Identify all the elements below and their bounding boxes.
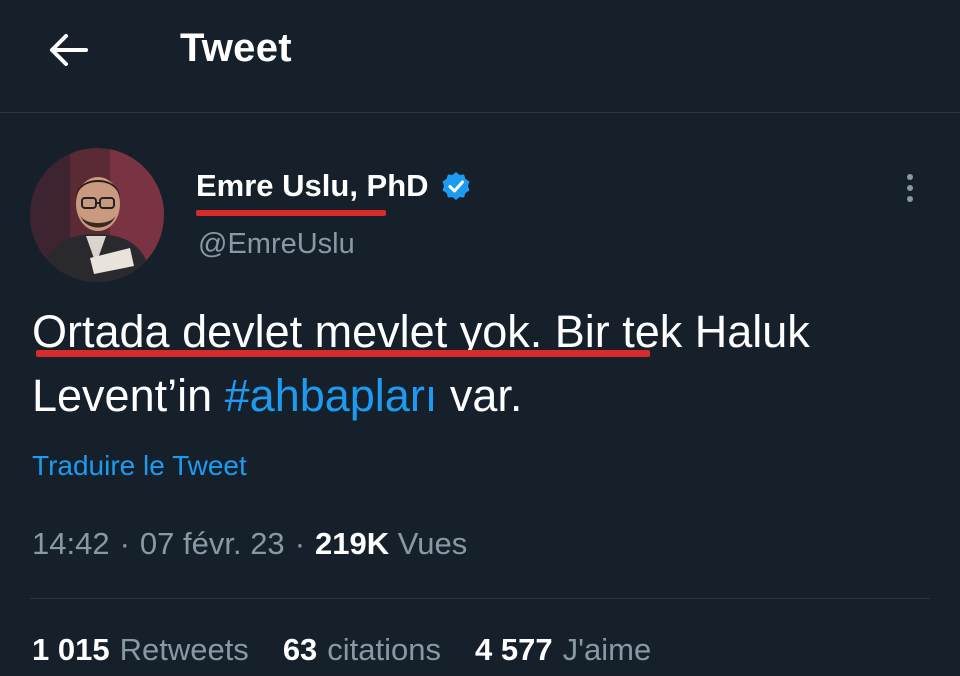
back-button[interactable] [42, 24, 94, 76]
avatar[interactable] [30, 148, 164, 282]
tweet-time[interactable]: 14:42 [32, 526, 110, 561]
meta-separator: · [119, 526, 130, 561]
hashtag-link[interactable]: #ahbapları [225, 370, 438, 421]
more-options-button[interactable] [896, 168, 924, 208]
likes-label: J'aime [562, 632, 652, 667]
tweet-text: Ortada devlet mevlet yok. Bir tek Haluk … [32, 300, 912, 428]
quotes-label: citations [327, 632, 442, 667]
views-label: Vues [397, 526, 468, 561]
name-highlight-underline [196, 210, 386, 216]
divider [30, 598, 930, 599]
more-vertical-icon [907, 174, 913, 180]
top-bar: Tweet [0, 0, 960, 113]
translate-tweet-link[interactable]: Traduire le Tweet [32, 450, 247, 482]
retweets-stat[interactable]: 1 015 Retweets [32, 632, 249, 668]
avatar-photo [30, 148, 164, 282]
tweet-meta: 14:42 · 07 févr. 23 · 219K Vues [32, 526, 467, 562]
likes-stat[interactable]: 4 577 J'aime [475, 632, 651, 668]
arrow-left-icon [50, 34, 88, 66]
quotes-stat[interactable]: 63 citations [283, 632, 441, 668]
quotes-count: 63 [282, 632, 318, 667]
retweets-count: 1 015 [32, 632, 110, 667]
views-count: 219K [315, 526, 390, 561]
author-handle[interactable]: @EmreUslu [198, 228, 355, 261]
engagement-stats: 1 015 Retweets 63 citations 4 577 J'aime [32, 632, 651, 668]
author-name-row: Emre Uslu, PhD [196, 168, 471, 204]
tweet-date[interactable]: 07 févr. 23 [140, 526, 285, 561]
retweets-label: Retweets [119, 632, 249, 667]
verified-badge-icon [442, 172, 470, 200]
meta-separator: · [294, 526, 306, 561]
text-highlight-underline [36, 350, 650, 357]
author-display-name[interactable]: Emre Uslu, PhD [196, 168, 429, 204]
tweet-text-end: var. [437, 370, 523, 421]
page-title: Tweet [180, 26, 292, 70]
likes-count: 4 577 [475, 632, 553, 667]
